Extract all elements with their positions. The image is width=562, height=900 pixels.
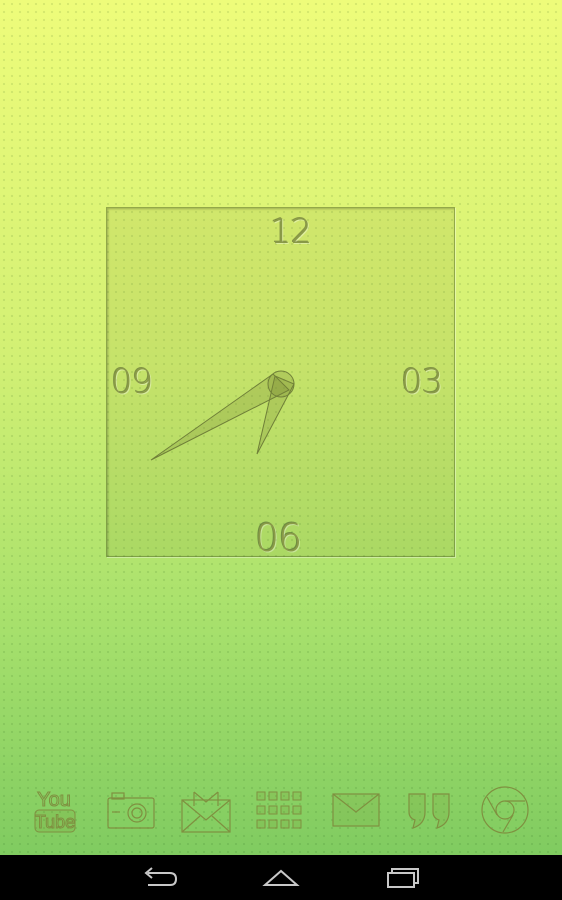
camera-app[interactable] [103,780,159,840]
chrome-app[interactable] [477,780,533,840]
youtube-icon-line1: You [37,789,71,811]
analog-clock-widget[interactable]: 12 03 06 09 [106,207,455,560]
recent-apps-button[interactable] [372,863,432,893]
home-icon [262,869,300,886]
recent-apps-icon [387,868,419,888]
hangouts-icon [408,793,450,829]
camera-icon [107,792,155,829]
back-button[interactable] [130,863,190,893]
clock-hands [150,370,295,461]
youtube-icon: You Tube [34,789,76,833]
navigation-bar [0,855,562,900]
youtube-app[interactable]: You Tube [28,780,84,840]
dock: You Tube [0,780,562,842]
back-icon [144,867,178,886]
gmail-app[interactable] [178,780,234,840]
app-drawer-icon [256,791,302,829]
chrome-icon [481,786,529,834]
home-button[interactable] [251,863,311,893]
clock-center-cap [267,370,295,398]
hangouts-app[interactable] [402,780,458,840]
app-drawer-button[interactable] [253,780,309,840]
gmail-icon [181,791,231,833]
email-icon [332,793,380,827]
email-app[interactable] [328,780,384,840]
youtube-icon-line2: Tube [35,812,75,832]
